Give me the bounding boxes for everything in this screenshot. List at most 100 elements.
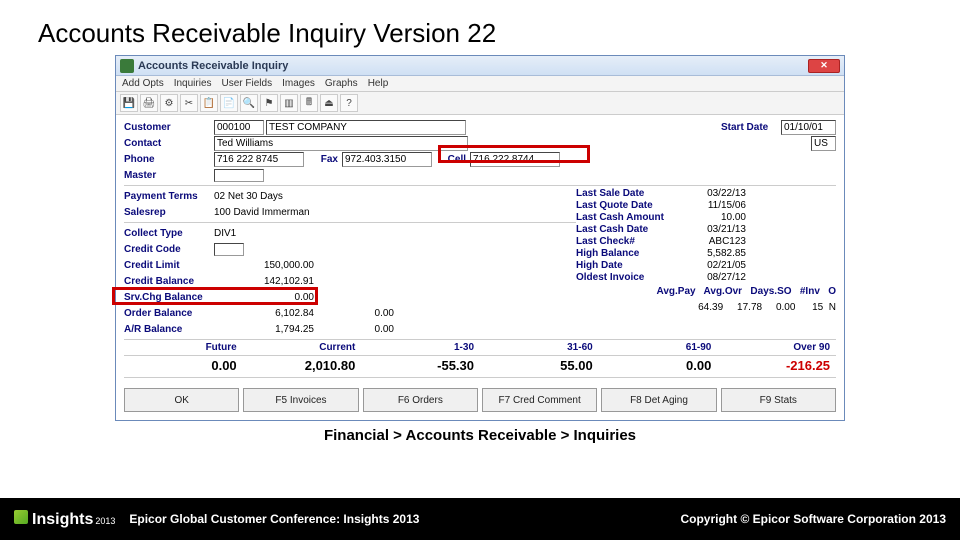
f5-invoices-button[interactable]: F5 Invoices <box>243 388 358 412</box>
field-contact[interactable]: Ted Williams <box>214 136 468 151</box>
label-payment-terms: Payment Terms <box>124 191 214 202</box>
menu-user-fields[interactable]: User Fields <box>222 78 273 89</box>
label-start-date: Start Date <box>721 122 781 133</box>
aging-v-future: 0.00 <box>124 358 243 373</box>
menubar: Add Opts Inquiries User Fields Images Gr… <box>116 76 844 92</box>
menu-add-opts[interactable]: Add Opts <box>122 78 164 89</box>
app-window: Accounts Receivable Inquiry ✕ Add Opts I… <box>115 55 845 421</box>
logo-year: 2013 <box>95 516 115 526</box>
field-cell[interactable]: 716 222 8744 <box>470 152 560 167</box>
aging-h-future: Future <box>124 342 243 353</box>
exit-icon[interactable]: ⏏ <box>320 94 338 112</box>
copyright-text: Copyright © Epicor Software Corporation … <box>680 512 946 526</box>
field-phone[interactable]: 716 222 8745 <box>214 152 304 167</box>
val-srvchg-balance: 0.00 <box>214 292 314 303</box>
label-last-cash-amount: Last Cash Amount <box>576 212 666 223</box>
label-credit-code: Credit Code <box>124 244 214 255</box>
f8-det-aging-button[interactable]: F8 Det Aging <box>601 388 716 412</box>
label-collect-type: Collect Type <box>124 228 214 239</box>
aging-v-over-90: -216.25 <box>717 358 836 373</box>
aging-v-1-30: -55.30 <box>361 358 480 373</box>
f6-orders-button[interactable]: F6 Orders <box>363 388 478 412</box>
ok-button[interactable]: OK <box>124 388 239 412</box>
aging-v-31-60: 55.00 <box>480 358 599 373</box>
field-fax[interactable]: 972.403.3150 <box>342 152 432 167</box>
label-oldest-invoice: Oldest Invoice <box>576 272 666 283</box>
find-icon[interactable]: 🔍 <box>240 94 258 112</box>
copy-icon[interactable]: 📋 <box>200 94 218 112</box>
val-oldest-invoice: 08/27/12 <box>676 272 746 283</box>
val-last-check: ABC123 <box>676 236 746 247</box>
field-start-date[interactable]: 01/10/01 <box>781 120 836 135</box>
titlebar: Accounts Receivable Inquiry ✕ <box>116 56 844 76</box>
label-credit-limit: Credit Limit <box>124 260 214 271</box>
aging-header-row: Future Current 1-30 31-60 61-90 Over 90 <box>124 339 836 356</box>
val-payment-terms: 02 Net 30 Days <box>214 191 283 202</box>
menu-graphs[interactable]: Graphs <box>325 78 358 89</box>
conference-text: Epicor Global Customer Conference: Insig… <box>129 512 419 526</box>
app-icon <box>120 59 134 73</box>
avg-headers: Avg.Pay Avg.Ovr Days.SO #Inv O <box>576 283 836 299</box>
val-salesrep: 100 David Immerman <box>214 207 310 218</box>
chart-icon[interactable]: ▥ <box>280 94 298 112</box>
aging-h-31-60: 31-60 <box>480 342 599 353</box>
aging-h-61-90: 61-90 <box>599 342 718 353</box>
logo-icon <box>14 510 28 524</box>
f7-cred-comment-button[interactable]: F7 Cred Comment <box>482 388 597 412</box>
val-ar-balance2: 0.00 <box>314 324 394 335</box>
field-customer-name[interactable]: TEST COMPANY <box>266 120 466 135</box>
f9-stats-button[interactable]: F9 Stats <box>721 388 836 412</box>
label-last-sale-date: Last Sale Date <box>576 188 666 199</box>
label-high-balance: High Balance <box>576 248 666 259</box>
field-country[interactable]: US <box>811 136 836 151</box>
close-button[interactable]: ✕ <box>808 59 840 73</box>
label-cell: Cell <box>436 154 466 165</box>
label-fax: Fax <box>308 154 338 165</box>
label-master: Master <box>124 170 214 181</box>
field-credit-code[interactable] <box>214 243 244 256</box>
label-last-cash-date: Last Cash Date <box>576 224 666 235</box>
footer: Insights 2013 Epicor Global Customer Con… <box>0 498 960 540</box>
val-order-balance: 6,102.84 <box>214 308 314 319</box>
calc-icon[interactable]: 🖩 <box>300 94 318 112</box>
aging-value-row: 0.00 2,010.80 -55.30 55.00 0.00 -216.25 <box>124 356 836 375</box>
val-last-quote-date: 11/15/06 <box>676 200 746 211</box>
cut-icon[interactable]: ✂ <box>180 94 198 112</box>
logo: Insights 2013 <box>14 510 115 529</box>
content-area: Customer 000100 TEST COMPANY Contact Ted… <box>116 115 844 384</box>
aging-v-61-90: 0.00 <box>599 358 718 373</box>
avg-values: 64.39 17.78 0.00 15 N <box>576 299 836 315</box>
label-last-quote-date: Last Quote Date <box>576 200 666 211</box>
menu-help[interactable]: Help <box>368 78 389 89</box>
val-order-balance2: 0.00 <box>314 308 394 319</box>
menu-images[interactable]: Images <box>282 78 315 89</box>
val-last-cash-amount: 10.00 <box>676 212 746 223</box>
val-ar-balance: 1,794.25 <box>214 324 314 335</box>
label-customer: Customer <box>124 122 214 133</box>
run-icon[interactable]: ⚙ <box>160 94 178 112</box>
help-icon[interactable]: ? <box>340 94 358 112</box>
val-last-cash-date: 03/21/13 <box>676 224 746 235</box>
menu-inquiries[interactable]: Inquiries <box>174 78 212 89</box>
save-icon[interactable]: 💾 <box>120 94 138 112</box>
aging-h-current: Current <box>243 342 362 353</box>
field-master[interactable] <box>214 169 264 182</box>
paste-icon[interactable]: 📄 <box>220 94 238 112</box>
val-credit-limit: 150,000.00 <box>214 260 314 271</box>
slide-title: Accounts Receivable Inquiry Version 22 <box>0 0 960 55</box>
val-high-date: 02/21/05 <box>676 260 746 271</box>
window-title: Accounts Receivable Inquiry <box>138 60 808 72</box>
label-srvchg-balance: Srv.Chg Balance <box>124 292 214 303</box>
label-phone: Phone <box>124 154 214 165</box>
val-high-balance: 5,582.85 <box>676 248 746 259</box>
label-last-check: Last Check# <box>576 236 666 247</box>
label-high-date: High Date <box>576 260 666 271</box>
logo-text: Insights <box>32 511 93 529</box>
button-row: OK F5 Invoices F6 Orders F7 Cred Comment… <box>116 384 844 420</box>
print-icon[interactable]: 🖨 <box>140 94 158 112</box>
flag-icon[interactable]: ⚑ <box>260 94 278 112</box>
field-customer-code[interactable]: 000100 <box>214 120 264 135</box>
aging-h-1-30: 1-30 <box>361 342 480 353</box>
aging-h-over-90: Over 90 <box>717 342 836 353</box>
val-credit-balance: 142,102.91 <box>214 276 314 287</box>
